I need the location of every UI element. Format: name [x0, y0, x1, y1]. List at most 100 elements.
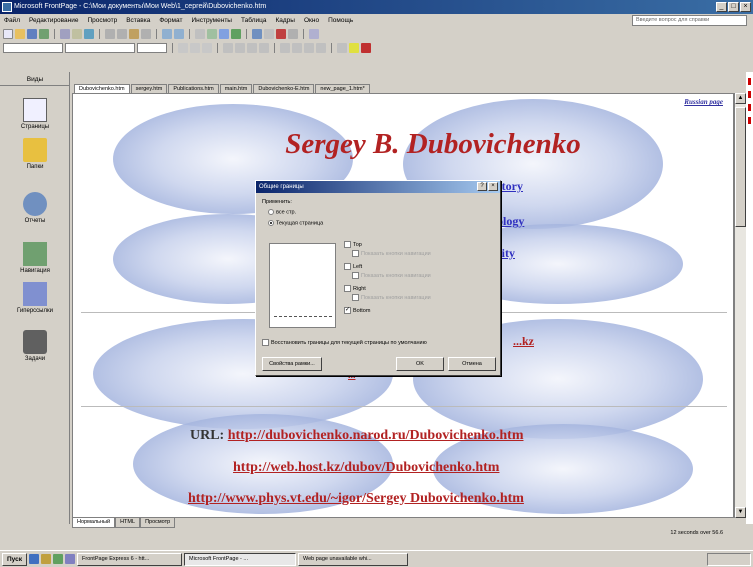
drawing-icon[interactable]	[231, 29, 241, 39]
tab-normal[interactable]: Нормальный	[72, 518, 116, 528]
italic-icon[interactable]	[190, 43, 200, 53]
start-button[interactable]: Пуск	[2, 552, 27, 566]
format-painter-icon[interactable]	[141, 29, 151, 39]
view-navigation[interactable]: Навигация	[0, 242, 70, 274]
show-all-icon[interactable]	[288, 29, 298, 39]
option-top[interactable]: Top	[344, 241, 362, 248]
url-link-narod[interactable]: http://dubovichenko.narod.ru/Dubovichenk…	[228, 428, 524, 443]
open-icon[interactable]	[15, 29, 25, 39]
cut-icon[interactable]	[105, 29, 115, 39]
font-dropdown[interactable]	[65, 43, 135, 53]
menu-table[interactable]: Таблица	[241, 17, 267, 24]
file-tab-sergey[interactable]: sergey.htm	[130, 84, 168, 93]
menu-help[interactable]: Помощь	[328, 17, 353, 24]
bold-icon[interactable]	[178, 43, 188, 53]
option-left[interactable]: Left	[344, 263, 362, 270]
russian-page-link[interactable]: Russian page	[684, 98, 723, 106]
menu-tools[interactable]: Инструменты	[191, 17, 232, 24]
save-icon[interactable]	[27, 29, 37, 39]
quicklaunch-ie-icon[interactable]	[29, 554, 39, 564]
link-kz[interactable]: ...kz	[513, 334, 534, 349]
web-component-icon[interactable]	[195, 29, 205, 39]
refresh-icon[interactable]	[264, 29, 274, 39]
view-page[interactable]: Страницы	[0, 98, 70, 130]
view-reports[interactable]: Отчеты	[0, 192, 70, 224]
quicklaunch-desktop-icon[interactable]	[41, 554, 51, 564]
option-top-nav[interactable]: Показать кнопки навигации	[352, 250, 431, 257]
task-frontpage-express[interactable]: FrontPage Express 6 - htt...	[77, 552, 182, 566]
frontpage-app-icon[interactable]	[2, 2, 12, 12]
url-link-host-kz[interactable]: http://web.host.kz/dubov/Dubovichenko.ht…	[233, 460, 499, 475]
align-right-icon[interactable]	[247, 43, 257, 53]
reset-option[interactable]: Восстановить границы для текущей страниц…	[262, 339, 427, 346]
scroll-down-icon[interactable]: ▼	[735, 507, 746, 518]
quicklaunch-outlook-icon[interactable]	[53, 554, 63, 564]
radio-all-pages[interactable]: все стр.	[268, 209, 296, 215]
redo-icon[interactable]	[174, 29, 184, 39]
radio-current-page[interactable]: Текущая страница	[268, 220, 323, 226]
scroll-up-icon[interactable]: ▲	[735, 93, 746, 104]
radio-all-pages-dot[interactable]	[268, 209, 274, 215]
menu-format[interactable]: Формат	[159, 17, 182, 24]
option-right-nav[interactable]: Показать кнопки навигации	[352, 294, 431, 301]
menu-view[interactable]: Просмотр	[88, 17, 118, 24]
border-properties-button[interactable]: Свойства рамки...	[262, 357, 322, 371]
scroll-thumb[interactable]	[735, 107, 746, 227]
copy-icon[interactable]	[117, 29, 127, 39]
border-icon[interactable]	[337, 43, 347, 53]
right-nav-checkbox[interactable]	[352, 294, 359, 301]
font-color-icon[interactable]	[361, 43, 371, 53]
decrease-indent-icon[interactable]	[304, 43, 314, 53]
left-checkbox[interactable]	[344, 263, 351, 270]
print-icon[interactable]	[60, 29, 70, 39]
justify-icon[interactable]	[259, 43, 269, 53]
help-search-input[interactable]: Введите вопрос для справки	[632, 15, 747, 26]
view-tasks[interactable]: Задачи	[0, 330, 70, 362]
help-icon[interactable]	[309, 29, 319, 39]
tab-preview[interactable]: Просмотр	[140, 518, 176, 528]
minimize-button[interactable]: _	[716, 2, 727, 12]
file-tab-dubovichenko-e[interactable]: Dubovichenko-E.htm	[253, 84, 315, 93]
align-center-icon[interactable]	[235, 43, 245, 53]
underline-icon[interactable]	[202, 43, 212, 53]
maximize-button[interactable]: □	[728, 2, 739, 12]
spelling-icon[interactable]	[84, 29, 94, 39]
right-checkbox[interactable]	[344, 285, 351, 292]
new-page-icon[interactable]	[3, 29, 13, 39]
align-left-icon[interactable]	[223, 43, 233, 53]
insert-picture-icon[interactable]	[219, 29, 229, 39]
ok-button[interactable]: OK	[396, 357, 444, 371]
top-nav-checkbox[interactable]	[352, 250, 359, 257]
font-size-dropdown[interactable]	[137, 43, 167, 53]
vertical-scrollbar[interactable]: ▲ ▼	[734, 93, 746, 518]
bottom-checkbox[interactable]: ✓	[344, 307, 351, 314]
reset-checkbox[interactable]	[262, 339, 269, 346]
menu-file[interactable]: Файл	[4, 17, 20, 24]
url-link-vt-edu[interactable]: http://www.phys.vt.edu/~igor/Sergey Dubo…	[188, 491, 524, 506]
file-tab-new-page[interactable]: new_page_1.htm*	[315, 84, 370, 93]
top-checkbox[interactable]	[344, 241, 351, 248]
menu-window[interactable]: Окно	[304, 17, 319, 24]
task-web-page-unavailable[interactable]: Web page unavailable whi...	[298, 552, 408, 566]
view-hyperlinks[interactable]: Гиперссылки	[0, 282, 70, 314]
highlight-icon[interactable]	[349, 43, 359, 53]
paste-icon[interactable]	[129, 29, 139, 39]
menu-insert[interactable]: Вставка	[126, 17, 150, 24]
option-right[interactable]: Right	[344, 285, 366, 292]
option-left-nav[interactable]: Показать кнопки навигации	[352, 272, 431, 279]
stop-icon[interactable]	[276, 29, 286, 39]
publish-icon[interactable]	[39, 29, 49, 39]
task-microsoft-frontpage[interactable]: Microsoft FrontPage - ...	[184, 552, 296, 566]
file-tab-main[interactable]: main.htm	[219, 84, 253, 93]
increase-indent-icon[interactable]	[316, 43, 326, 53]
radio-current-page-dot[interactable]	[268, 220, 274, 226]
file-tab-publications[interactable]: Publications.htm	[168, 84, 219, 93]
insert-table-icon[interactable]	[207, 29, 217, 39]
bullets-icon[interactable]	[292, 43, 302, 53]
file-tab-dubovichenko[interactable]: Dubovichenko.htm	[74, 84, 130, 93]
quicklaunch-app-icon[interactable]	[65, 554, 75, 564]
close-button[interactable]: ×	[740, 2, 751, 12]
hyperlink-icon[interactable]	[252, 29, 262, 39]
menu-frames[interactable]: Кадры	[275, 17, 294, 24]
left-nav-checkbox[interactable]	[352, 272, 359, 279]
